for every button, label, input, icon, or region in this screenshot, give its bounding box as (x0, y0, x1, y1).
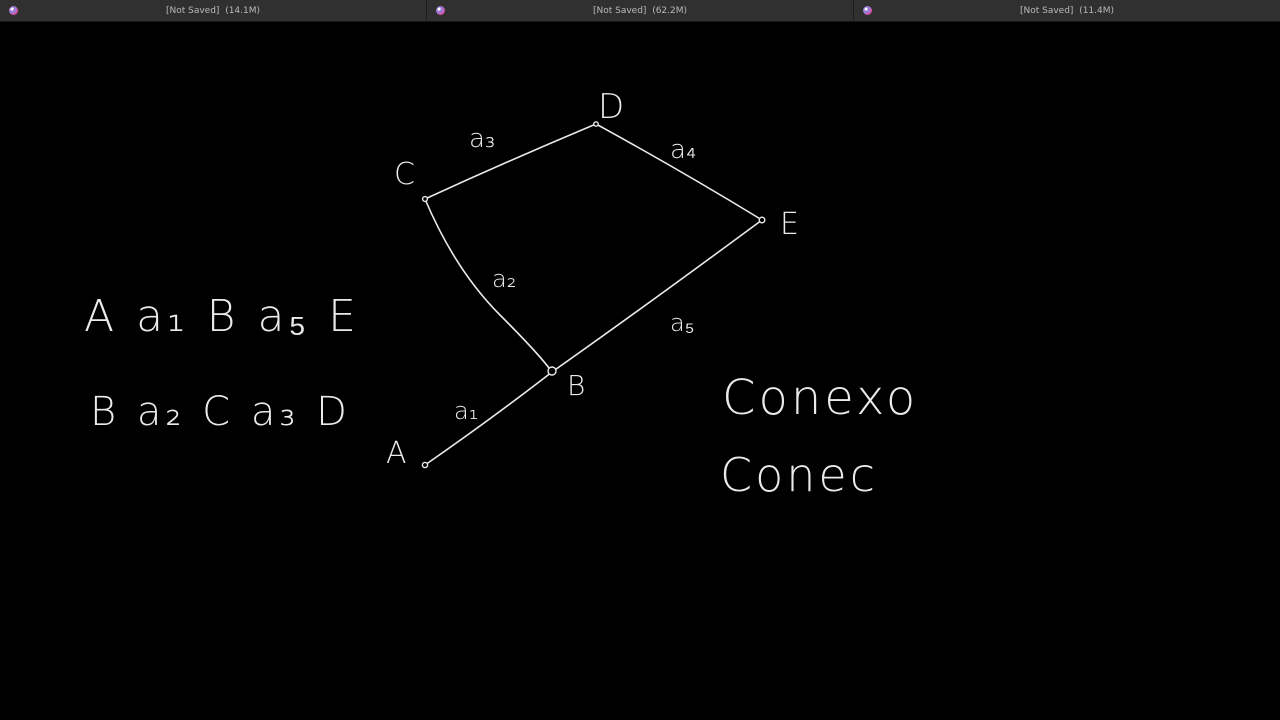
tab-size: (11.4M) (1079, 5, 1115, 16)
app-icon (863, 6, 872, 15)
tab-title: [Not Saved] (165, 5, 220, 16)
edge-a1 (424, 371, 553, 466)
vertex-label-e: E (780, 207, 799, 242)
edge-a3 (424, 123, 597, 200)
path-note-2: B a₂ C a₃ D (90, 389, 351, 435)
path-note-1: A a₁ B a₅ E (84, 291, 360, 342)
tab-size: (14.1M) (225, 5, 261, 16)
vertex-c (421, 195, 429, 203)
vertex-label-c: C (394, 157, 415, 192)
tab-title: [Not Saved] (592, 5, 647, 16)
window-tab-3[interactable]: [Not Saved] (11.4M) (854, 0, 1280, 21)
word-note-1: Conexo (722, 370, 918, 426)
edge-label-a4: a₄ (670, 135, 696, 165)
app-icon (436, 6, 445, 15)
drawing-canvas[interactable]: A B C D E a₁ a₂ a₃ a₄ a₅ A a₁ B a₅ E B a… (0, 22, 1280, 720)
edge-a5 (551, 219, 763, 373)
edge-a2 (424, 198, 553, 373)
vertex-a (421, 461, 429, 469)
vertex-label-b: B (567, 369, 585, 402)
edge-label-a1: a₁ (454, 397, 478, 425)
tab-title: [Not Saved] (1019, 5, 1074, 16)
edge-label-a2: a₂ (492, 265, 516, 293)
vertex-label-a: A (386, 436, 407, 471)
edge-label-a3: a₃ (469, 124, 495, 154)
app-icon (9, 6, 18, 15)
vertex-b (547, 366, 557, 376)
vertex-e (758, 216, 766, 224)
window-title-bar: [Not Saved] (14.1M) [Not Saved] (62.2M) … (0, 0, 1280, 22)
edge-label-a5: a₅ (670, 309, 694, 337)
word-note-2: Conec (720, 448, 878, 502)
window-tab-2[interactable]: [Not Saved] (62.2M) (427, 0, 854, 21)
window-tab-1[interactable]: [Not Saved] (14.1M) (0, 0, 427, 21)
tab-size: (62.2M) (652, 5, 688, 16)
vertex-label-d: D (598, 87, 624, 127)
graph-drawing: A B C D E a₁ a₂ a₃ a₄ a₅ A a₁ B a₅ E B a… (84, 87, 918, 502)
